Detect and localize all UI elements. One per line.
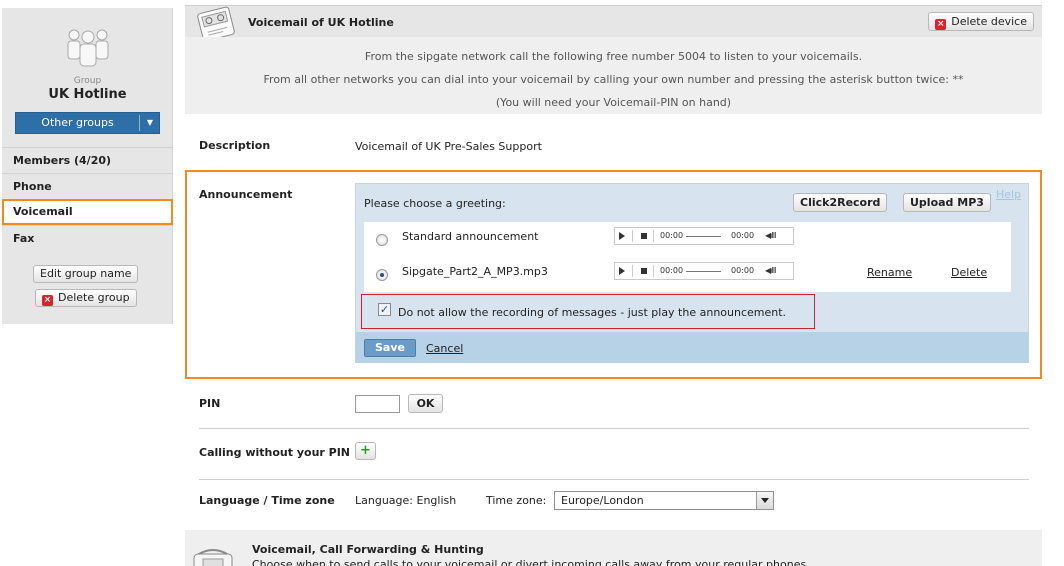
- greeting-radio-standard[interactable]: [376, 234, 388, 246]
- other-groups-dropdown[interactable]: Other groups ▼: [15, 112, 160, 134]
- other-groups-label: Other groups: [41, 116, 114, 129]
- no-recording-option: ✓ Do not allow the recording of messages…: [361, 294, 815, 329]
- player-divider: [653, 230, 654, 242]
- sidebar-item-members[interactable]: Members (4/20): [2, 147, 173, 173]
- plus-icon: +: [360, 443, 371, 458]
- play-icon[interactable]: [619, 267, 625, 275]
- greeting-list: Standard announcement 00:00 00:00 ◀ıIII …: [364, 222, 1011, 292]
- divider: [199, 428, 1029, 429]
- click2record-button[interactable]: Click2Record: [793, 193, 888, 212]
- player-divider: [653, 265, 654, 277]
- delete-device-label: Delete device: [951, 15, 1027, 28]
- sidebar-item-fax[interactable]: Fax: [2, 225, 173, 251]
- chevron-down-icon[interactable]: [756, 492, 773, 509]
- help-link[interactable]: Help: [996, 188, 1021, 201]
- save-button[interactable]: Save: [364, 339, 416, 357]
- greeting-name: Sipgate_Part2_A_MP3.mp3: [402, 265, 548, 278]
- group-caption: Group: [73, 76, 102, 86]
- volume-icon[interactable]: ◀ıIII: [765, 266, 776, 275]
- forwarding-section: Voicemail, Call Forwarding & Hunting Cho…: [185, 530, 1042, 566]
- player-elapsed: 00:00: [660, 231, 684, 240]
- player-divider: [632, 230, 633, 242]
- info-panel: From the sipgate network call the follow…: [185, 37, 1042, 114]
- language-timezone-label: Language / Time zone: [199, 494, 335, 507]
- cancel-link[interactable]: Cancel: [426, 342, 463, 355]
- chevron-down-icon[interactable]: ▼: [140, 113, 160, 133]
- info-line-1: From the sipgate network call the follow…: [364, 50, 863, 63]
- greeting-radio-mp3[interactable]: [376, 269, 388, 281]
- delete-greeting-link[interactable]: Delete: [951, 266, 987, 279]
- section-title: Voicemail, Call Forwarding & Hunting: [252, 543, 484, 556]
- ok-button[interactable]: OK: [408, 394, 443, 413]
- group-name: UK Hotline: [48, 87, 127, 102]
- player-duration: 00:00: [731, 231, 755, 240]
- stop-icon[interactable]: [641, 233, 647, 239]
- add-button[interactable]: +: [355, 442, 376, 460]
- stop-icon[interactable]: [641, 268, 647, 274]
- sidebar-nav: Members (4/20) Phone Voicemail Fax: [2, 147, 173, 251]
- divider: [199, 479, 1029, 480]
- delete-group-label: Delete group: [58, 291, 130, 304]
- page-title: Voicemail of UK Hotline: [248, 16, 394, 29]
- delete-icon: ×: [935, 19, 947, 30]
- section-description: Choose when to send calls to your voicem…: [252, 558, 810, 566]
- player-seekbar[interactable]: [686, 236, 721, 237]
- announcement-label: Announcement: [199, 188, 293, 201]
- greeting-prompt: Please choose a greeting:: [364, 197, 506, 210]
- save-bar: Save Cancel: [356, 332, 1028, 363]
- group-icon: [67, 29, 109, 67]
- phone-icon: [193, 549, 233, 566]
- voicemail-header: Voicemail of UK Hotline × Delete device: [185, 5, 1042, 42]
- sidebar-item-phone[interactable]: Phone: [2, 173, 173, 199]
- info-line-2: From all other networks you can dial int…: [263, 73, 964, 86]
- player-duration: 00:00: [731, 266, 755, 275]
- info-line-3: (You will need your Voicemail-PIN on han…: [495, 96, 732, 109]
- edit-group-name-button[interactable]: Edit group name: [33, 265, 139, 283]
- player-seekbar[interactable]: [686, 271, 721, 272]
- language-value: Language: English: [355, 494, 457, 507]
- sidebar-item-voicemail[interactable]: Voicemail: [2, 199, 173, 225]
- greeting-row: Sipgate_Part2_A_MP3.mp3 00:00 00:00 ◀ıII…: [364, 257, 1011, 292]
- upload-mp3-button[interactable]: Upload MP3: [903, 193, 991, 212]
- audio-player: 00:00 00:00 ◀ıIII: [614, 262, 794, 280]
- play-icon[interactable]: [619, 232, 625, 240]
- pin-label: PIN: [199, 397, 221, 410]
- description-label: Description: [199, 139, 271, 152]
- rename-link[interactable]: Rename: [867, 266, 912, 279]
- player-divider: [632, 265, 633, 277]
- greeting-row: Standard announcement 00:00 00:00 ◀ıIII: [364, 222, 1011, 257]
- announcement-panel: Please choose a greeting: Click2Record U…: [355, 183, 1029, 363]
- no-recording-checkbox[interactable]: ✓: [378, 303, 391, 316]
- timezone-label: Time zone:: [486, 494, 547, 507]
- delete-device-button[interactable]: × Delete device: [928, 12, 1034, 31]
- player-elapsed: 00:00: [660, 266, 684, 275]
- no-recording-label: Do not allow the recording of messages -…: [398, 306, 787, 319]
- volume-icon[interactable]: ◀ıIII: [765, 231, 776, 240]
- delete-icon: ×: [42, 295, 53, 306]
- timezone-select[interactable]: Europe/London: [554, 491, 774, 510]
- pin-input[interactable]: [355, 395, 400, 413]
- description-value: Voicemail of UK Pre-Sales Support: [355, 140, 542, 153]
- calling-without-pin-label: Calling without your PIN: [199, 446, 351, 459]
- sidebar: Group UK Hotline Other groups ▼ Members …: [2, 8, 173, 324]
- audio-player: 00:00 00:00 ◀ıIII: [614, 227, 794, 245]
- timezone-value: Europe/London: [561, 494, 644, 507]
- greeting-name: Standard announcement: [402, 230, 539, 243]
- delete-group-button[interactable]: × Delete group: [35, 289, 137, 307]
